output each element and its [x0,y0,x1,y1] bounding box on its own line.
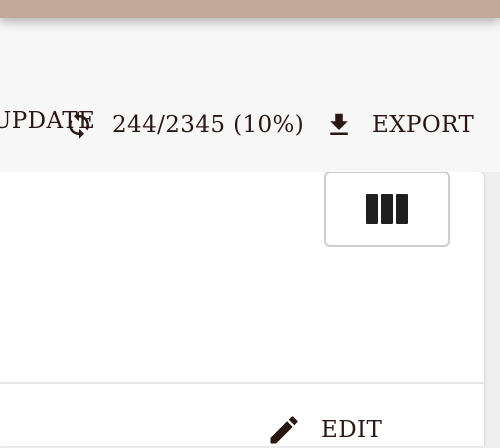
download-icon [324,110,354,140]
export-button[interactable]: EXPORT [324,110,474,140]
row-divider [0,382,484,384]
columns-icon [366,194,408,224]
toolbar: UPDATE 244/2345 (10%) EXPORT [0,18,500,172]
top-app-bar-strip [0,0,500,18]
edit-label: EDIT [321,416,383,443]
progress-label: 244/2345 (10%) [112,111,305,138]
edit-button[interactable]: EDIT [266,412,382,448]
refresh-icon [64,110,94,140]
pencil-icon [266,412,302,448]
progress-status[interactable]: 244/2345 (10%) [64,110,304,140]
data-table-card: EDIT [0,171,484,448]
export-label: EXPORT [372,111,475,138]
columns-button[interactable] [324,171,450,247]
